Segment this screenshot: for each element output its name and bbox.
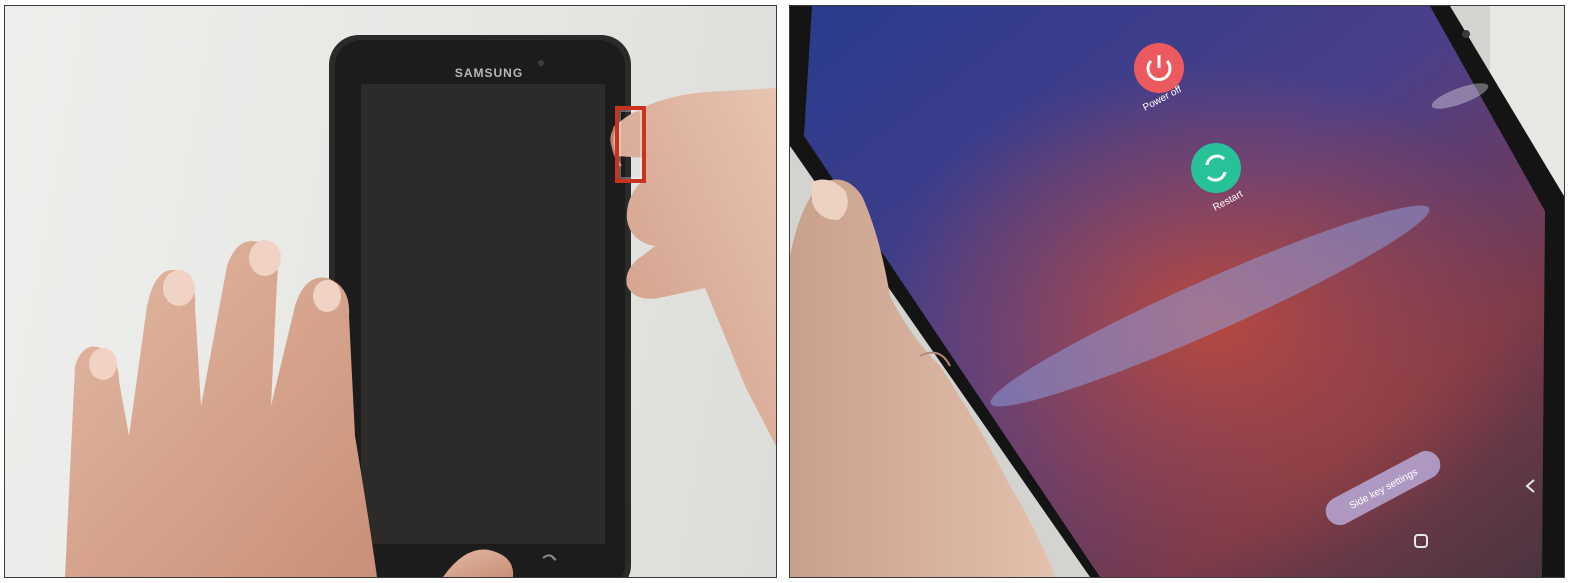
right-photo-panel: Power off Restart Side key settings — [789, 5, 1565, 578]
right-hand — [610, 88, 776, 446]
left-photo-panel: SAMSUNG — [4, 5, 777, 578]
front-camera-icon — [1462, 30, 1470, 38]
right-photo: Power off Restart Side key settings — [790, 6, 1564, 577]
camera-icon — [538, 60, 544, 66]
tablet-device: SAMSUNG — [329, 35, 631, 577]
left-photo: SAMSUNG — [65, 35, 776, 577]
tablet-screen — [361, 84, 605, 544]
brand-logo: SAMSUNG — [455, 66, 523, 80]
